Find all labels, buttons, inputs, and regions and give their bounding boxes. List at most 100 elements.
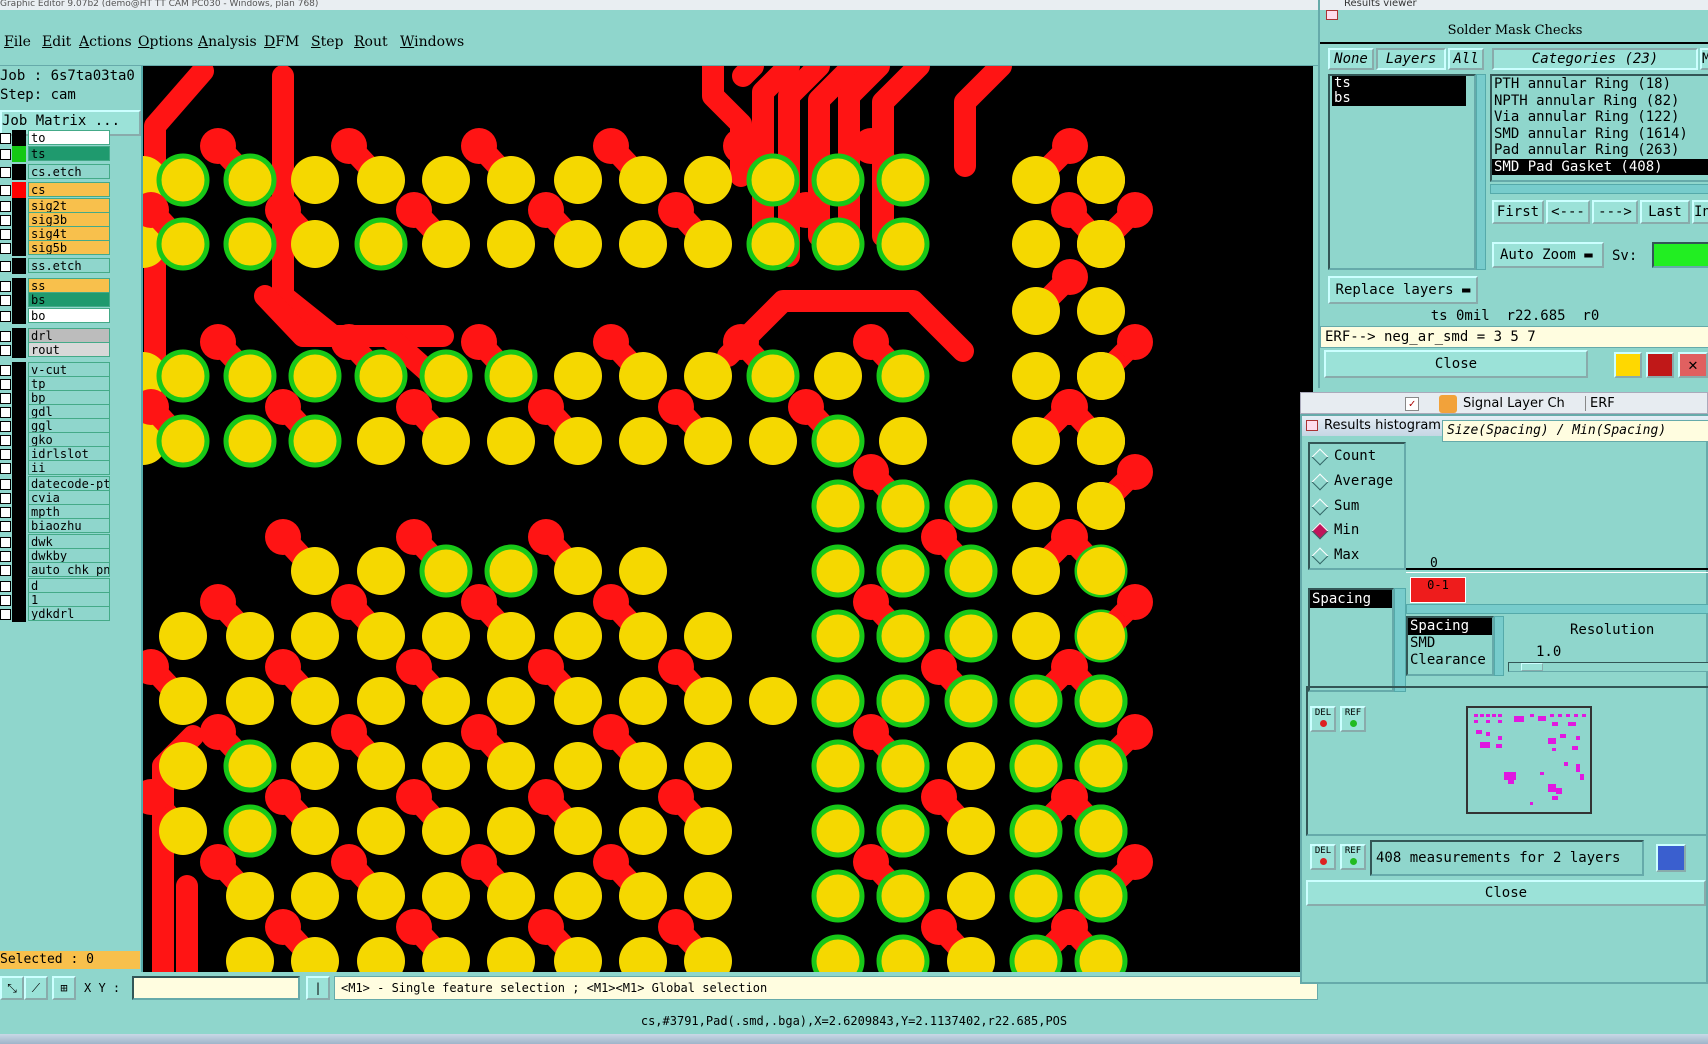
layer-checkbox[interactable] [0,551,11,562]
layer-name[interactable]: ss.etch [28,258,110,273]
category-item[interactable]: NPTH annular Ring (82) [1492,93,1708,110]
layer-color-swatch[interactable] [12,292,26,308]
layer-color-swatch[interactable] [12,258,26,274]
categories-more[interactable]: M [1700,48,1708,70]
layer-checkbox[interactable] [0,149,11,160]
layer-name[interactable]: 1 [28,592,110,607]
layer-checkbox[interactable] [0,537,11,548]
layer-results-list[interactable]: ts bs [1328,74,1476,270]
count-option[interactable]: Count [1311,446,1376,466]
layer-row-biaozhu[interactable]: biaozhu [0,518,110,534]
layer-checkbox[interactable] [0,435,11,446]
layer-name[interactable]: d [28,578,110,593]
layer-checkbox[interactable] [0,215,11,226]
menu-step[interactable]: Step [311,34,343,50]
layer-checkbox[interactable] [0,379,11,390]
layer-row-ii[interactable]: ii [0,460,110,476]
layer-name[interactable]: idrlslot [28,446,110,461]
category-item[interactable]: Pad annular Ring (263) [1492,142,1708,159]
categories-header[interactable]: Categories (23) [1492,48,1698,70]
layer-name[interactable]: ss [28,278,110,293]
layer-checkbox[interactable] [0,609,11,620]
category-scrollbar[interactable] [1490,184,1708,194]
layer-checkbox[interactable] [0,295,11,306]
in-button[interactable]: In [1692,200,1708,224]
layer-row-auto_chk_pn[interactable]: auto_chk_pn [0,562,110,578]
layer-checkbox[interactable] [0,167,11,178]
highlight-icon[interactable] [1614,352,1642,378]
resolution-slider[interactable] [1508,662,1708,672]
layer-name[interactable]: gko [28,432,110,447]
layer-name[interactable]: mpth [28,504,110,519]
layer-row-rout[interactable]: rout [0,342,110,358]
layer-color-swatch[interactable] [12,240,26,256]
layer-color-swatch[interactable] [12,308,26,324]
layer-name[interactable]: sig4t [28,226,110,241]
layer-name[interactable]: drl [28,328,110,343]
menu-options[interactable]: Options [138,34,193,50]
menu-dfm[interactable]: DFM [264,34,299,50]
layer-checkbox[interactable] [0,493,11,504]
sum-option[interactable]: Sum [1311,496,1359,516]
layer-row-ts[interactable]: ts [0,146,110,162]
layer-checkbox[interactable] [0,229,11,240]
histogram-close-button[interactable]: Close [1306,880,1706,906]
layer-name[interactable]: sig3b [28,212,110,227]
layer-checkbox[interactable] [0,201,11,212]
layer-checkbox[interactable] [0,393,11,404]
layer-list-scrollbar[interactable] [1476,74,1486,270]
category-item[interactable]: PTH annular Ring (18) [1492,76,1708,93]
layer-checkbox[interactable] [0,565,11,576]
field-spacing[interactable]: Spacing [1310,590,1392,608]
pcb-view[interactable] [143,66,1313,972]
layer-row-bs[interactable]: bs [0,292,110,308]
layer-checkbox[interactable] [0,365,11,376]
layer-row-cs.etch[interactable]: cs.etch [0,164,110,180]
layer-color-swatch[interactable] [12,606,26,622]
background-window-tab[interactable]: ✓ Signal Layer Ch ERF [1300,392,1708,414]
graphic-canvas[interactable] [143,66,1313,972]
spacing-item[interactable]: Spacing [1408,618,1492,635]
layer-name[interactable]: sig5b [28,240,110,255]
layer-name[interactable]: gdl [28,404,110,419]
menu-analysis[interactable]: Analysis [198,34,257,50]
layer-color-swatch[interactable] [12,182,26,198]
layer-name[interactable]: bp [28,390,110,405]
layer-checkbox[interactable] [0,595,11,606]
layer-checkbox[interactable] [0,581,11,592]
zoom-tool-button[interactable]: ⤡ [0,976,24,1000]
all-button[interactable]: All [1448,48,1484,70]
max-option[interactable]: Max [1311,545,1359,565]
category-item[interactable]: SMD Pad Gasket (408) [1492,158,1708,175]
layer-checkbox[interactable] [0,281,11,292]
layers-button[interactable]: Layers [1376,48,1446,70]
results-close-button[interactable]: Close [1324,350,1588,378]
field-list-scrollbar[interactable] [1394,588,1406,692]
layer-name[interactable]: ydkdrl [28,606,110,621]
layer-name[interactable]: cs.etch [28,164,110,179]
layer-checkbox[interactable] [0,311,11,322]
layer-name[interactable]: ggl [28,418,110,433]
layer-name[interactable]: bo [28,308,110,323]
layer-name[interactable]: ts [28,146,110,161]
min-option[interactable]: Min [1311,520,1359,540]
layer-row-ss.etch[interactable]: ss.etch [0,258,110,274]
layer-name[interactable]: bs [28,292,110,307]
menu-file[interactable]: File [4,34,31,50]
auto-zoom-dropdown[interactable]: Auto Zoom ▬ [1492,242,1604,268]
layer-name[interactable]: auto_chk_pn [28,562,110,577]
ref-button[interactable]: REF [1340,844,1366,870]
layer-checkbox[interactable] [0,331,11,342]
last-button[interactable]: Last [1640,200,1690,224]
layer-row-bo[interactable]: bo [0,308,110,324]
category-item[interactable]: SMD annular Ring (1614) [1492,126,1708,143]
layer-name[interactable]: cvia [28,490,110,505]
menu-edit[interactable]: Edit [42,34,71,50]
menu-rout[interactable]: Rout [354,34,388,50]
layer-color-swatch[interactable] [12,164,26,180]
layer-checkbox[interactable] [0,521,11,532]
spacing-scrollbar[interactable] [1494,616,1504,676]
layer-color-swatch[interactable] [12,518,26,534]
layer-checkbox[interactable] [0,449,11,460]
category-list[interactable]: PTH annular Ring (18) NPTH annular Ring (… [1490,74,1708,182]
